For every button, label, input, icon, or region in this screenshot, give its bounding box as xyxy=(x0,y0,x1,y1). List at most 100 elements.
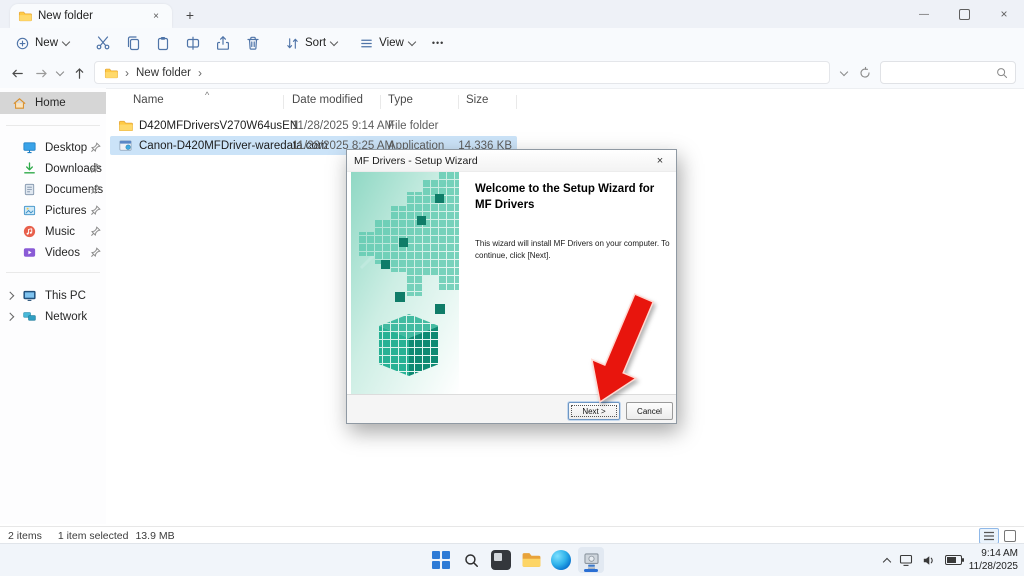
plus-circle-icon xyxy=(15,36,30,51)
mf-setup-wizard-button[interactable] xyxy=(578,547,604,573)
file-date: 11/28/2025 9:14 AM xyxy=(292,119,395,132)
file-explorer-icon xyxy=(522,553,540,567)
battery-icon[interactable] xyxy=(945,555,964,565)
breadcrumb[interactable]: › New folder › xyxy=(94,61,830,84)
search-icon xyxy=(997,68,1008,79)
sidebar-item-home[interactable]: Home xyxy=(0,92,106,114)
copy-button[interactable] xyxy=(118,31,148,55)
column-separator xyxy=(516,95,517,109)
photos-app-button[interactable] xyxy=(488,547,514,573)
search-button[interactable] xyxy=(458,547,484,573)
delete-button[interactable] xyxy=(238,31,268,55)
file-row[interactable]: D420MFDriversV270W64usEN 11/28/2025 9:14… xyxy=(110,116,517,135)
address-dropdown-button[interactable] xyxy=(836,62,852,84)
new-tab-button[interactable]: + xyxy=(180,5,200,24)
view-button[interactable]: View xyxy=(352,31,422,55)
search-icon xyxy=(464,553,478,567)
next-button[interactable]: Next > xyxy=(568,402,620,420)
forward-button[interactable] xyxy=(30,62,52,84)
this-pc-icon xyxy=(22,288,37,303)
selection-count: 1 item selected xyxy=(57,529,129,542)
file-type: File folder xyxy=(388,119,439,132)
sidebar-item-downloads[interactable]: Downloads xyxy=(0,158,106,179)
system-tray xyxy=(882,544,964,576)
address-row: › New folder › xyxy=(0,58,1024,89)
edge-button[interactable] xyxy=(548,547,574,573)
network-icon[interactable] xyxy=(899,554,913,567)
close-button[interactable]: × xyxy=(984,0,1024,28)
sidebar-item-label: Desktop xyxy=(45,141,88,154)
desktop-icon xyxy=(22,140,37,155)
sidebar-divider xyxy=(6,272,100,273)
rename-button[interactable] xyxy=(178,31,208,55)
column-header-name[interactable]: Name xyxy=(133,94,164,106)
column-header-type[interactable]: Type xyxy=(388,94,413,106)
arrow-up-icon xyxy=(75,67,83,79)
sidebar-item-label: Network xyxy=(45,310,88,323)
breadcrumb-location[interactable]: New folder xyxy=(136,67,191,79)
dialog-title: MF Drivers - Setup Wizard xyxy=(354,154,478,167)
refresh-icon xyxy=(860,66,870,78)
view-button-label: View xyxy=(379,37,404,49)
pin-icon xyxy=(90,142,101,156)
new-button-label: New xyxy=(35,37,59,49)
view-toggles xyxy=(979,528,1016,544)
arrow-right-icon xyxy=(35,69,47,77)
search-input[interactable] xyxy=(880,61,1016,84)
tray-chevron-up-icon[interactable] xyxy=(882,557,892,566)
chevron-down-icon xyxy=(407,37,417,46)
wizard-heading: Welcome to the Setup Wizard for MF Drive… xyxy=(475,183,655,211)
pin-icon xyxy=(90,247,101,261)
back-button[interactable] xyxy=(6,62,28,84)
new-button[interactable]: New xyxy=(8,31,76,55)
paste-button[interactable] xyxy=(148,31,178,55)
setup-wizard-dialog: MF Drivers - Setup Wizard × Welcome to t… xyxy=(346,149,677,424)
start-button[interactable] xyxy=(428,547,454,573)
sidebar-item-desktop[interactable]: Desktop xyxy=(0,137,106,158)
dialog-titlebar[interactable]: MF Drivers - Setup Wizard × xyxy=(347,150,676,172)
cancel-button[interactable]: Cancel xyxy=(626,402,673,420)
sort-button[interactable]: Sort xyxy=(278,31,344,55)
chevron-down-icon xyxy=(839,67,849,76)
selection-size: 13.9 MB xyxy=(135,529,175,542)
tab-close-icon[interactable]: × xyxy=(148,8,164,24)
details-view-button[interactable] xyxy=(979,528,999,544)
column-header-date[interactable]: Date modified xyxy=(292,94,363,106)
volume-icon[interactable] xyxy=(922,554,936,567)
edge-icon xyxy=(551,550,571,570)
sidebar-item-label: Home xyxy=(35,97,66,109)
file-explorer-button[interactable] xyxy=(518,547,544,573)
cut-button[interactable] xyxy=(88,31,118,55)
window-controls: — × xyxy=(904,0,1024,28)
column-header-size[interactable]: Size xyxy=(466,94,488,106)
active-app-indicator xyxy=(584,569,598,572)
see-more-button[interactable]: ••• xyxy=(432,38,444,48)
sidebar-item-documents[interactable]: Documents xyxy=(0,179,106,200)
up-button[interactable] xyxy=(68,62,90,84)
sidebar-item-this-pc[interactable]: This PC xyxy=(0,285,106,306)
chevron-right-icon[interactable] xyxy=(5,312,14,321)
sort-button-label: Sort xyxy=(305,37,327,49)
explorer-tab[interactable]: New folder × xyxy=(10,4,172,28)
sidebar-item-pictures[interactable]: Pictures xyxy=(0,200,106,221)
sidebar-item-label: This PC xyxy=(45,289,86,302)
icons-view-button[interactable] xyxy=(1004,530,1016,542)
taskbar-clock[interactable]: 9:14 AM 11/28/2025 xyxy=(969,547,1018,573)
sidebar-item-videos[interactable]: Videos xyxy=(0,242,106,263)
clock-time: 9:14 AM xyxy=(981,548,1018,559)
recent-locations-button[interactable] xyxy=(52,62,68,84)
pin-icon xyxy=(90,163,101,177)
chevron-right-icon[interactable] xyxy=(5,291,14,300)
minimize-button[interactable]: — xyxy=(904,0,944,28)
navigation-pane: Home Desktop Downloads Documents Picture… xyxy=(0,88,106,524)
dialog-close-button[interactable]: × xyxy=(651,153,669,169)
refresh-button[interactable] xyxy=(854,62,876,84)
sidebar-item-network[interactable]: Network xyxy=(0,306,106,327)
documents-icon xyxy=(22,182,37,197)
maximize-button[interactable] xyxy=(944,0,984,28)
taskbar-center-icons xyxy=(428,547,604,573)
breadcrumb-separator: › xyxy=(125,65,129,80)
share-button[interactable] xyxy=(208,31,238,55)
sidebar-item-music[interactable]: Music xyxy=(0,221,106,242)
videos-icon xyxy=(22,245,37,260)
